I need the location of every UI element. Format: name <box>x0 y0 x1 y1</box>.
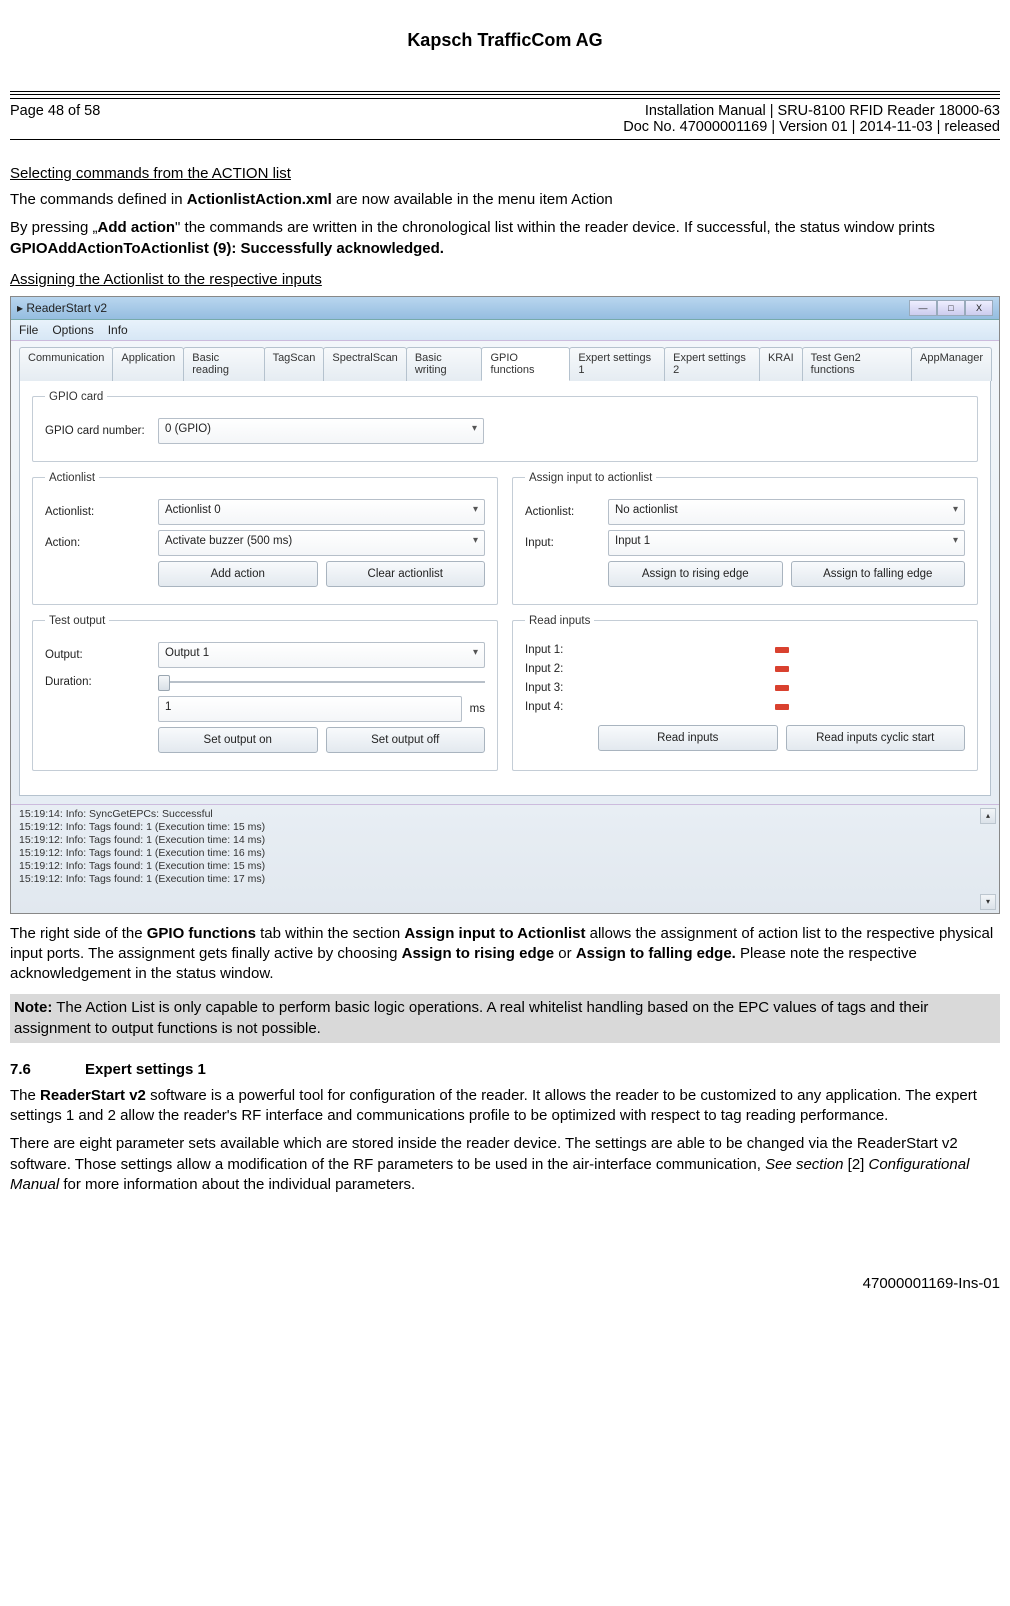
gpio-panel: GPIO card GPIO card number: 0 (GPIO) Act… <box>19 380 991 796</box>
tab-basic-writing[interactable]: Basic writing <box>406 347 483 381</box>
read-inputs-button[interactable]: Read inputs <box>598 725 778 751</box>
window-chrome-buttons: — □ X <box>909 300 993 316</box>
group-actionlist: Actionlist Actionlist: Actionlist 0 Acti… <box>32 472 498 605</box>
maximize-button[interactable]: □ <box>937 300 965 316</box>
scroll-down-icon[interactable]: ▾ <box>980 894 996 910</box>
page-number: Page 48 of 58 <box>10 103 100 135</box>
group-gpio-card: GPIO card GPIO card number: 0 (GPIO) <box>32 391 978 462</box>
dropdown-actionlist[interactable]: Actionlist 0 <box>158 499 485 525</box>
paragraph-1: The commands defined in ActionlistAction… <box>10 190 1000 210</box>
label-ms: ms <box>470 703 485 715</box>
set-output-off-button[interactable]: Set output off <box>326 727 486 753</box>
legend-actionlist: Actionlist <box>45 472 99 484</box>
label-action: Action: <box>45 537 150 549</box>
tab-communication[interactable]: Communication <box>19 347 113 381</box>
dropdown-output[interactable]: Output 1 <box>158 642 485 668</box>
assign-falling-edge-button[interactable]: Assign to falling edge <box>791 561 966 587</box>
scroll-up-icon[interactable]: ▴ <box>980 808 996 824</box>
status-input-1 <box>775 647 789 653</box>
paragraph-5: There are eight parameter sets available… <box>10 1134 1000 1195</box>
menu-info[interactable]: Info <box>108 323 128 337</box>
dropdown-assign-actionlist[interactable]: No actionlist <box>608 499 965 525</box>
tab-expert-settings-1[interactable]: Expert settings 1 <box>569 347 665 381</box>
group-assign-input: Assign input to actionlist Actionlist: N… <box>512 472 978 605</box>
company-header: Kapsch TrafficCom AG <box>10 30 1000 51</box>
note-box: Note: The Action List is only capable to… <box>10 994 1000 1043</box>
paragraph-2: By pressing „Add action" the commands ar… <box>10 218 1000 259</box>
add-action-button[interactable]: Add action <box>158 561 318 587</box>
tab-tagscan[interactable]: TagScan <box>264 347 325 381</box>
label-assign-input: Input: <box>525 537 600 549</box>
group-test-output: Test output Output: Output 1 Duration: <box>32 615 498 771</box>
status-input-3 <box>775 685 789 691</box>
window-titlebar: ▸ ReaderStart v2 — □ X <box>11 297 999 320</box>
log-line: 15:19:12: Info: Tags found: 1 (Execution… <box>19 821 991 834</box>
label-output: Output: <box>45 649 150 661</box>
group-read-inputs: Read inputs Input 1: Input 2: Input 3: <box>512 615 978 771</box>
paragraph-4: The ReaderStart v2 software is a powerfu… <box>10 1086 1000 1127</box>
label-gpio-card-number: GPIO card number: <box>45 425 150 437</box>
legend-assign-input: Assign input to actionlist <box>525 472 656 484</box>
log-line: 15:19:14: Info: SyncGetEPCs: Successful <box>19 808 991 821</box>
doc-title: Installation Manual | SRU-8100 RFID Read… <box>623 103 1000 119</box>
label-input-4: Input 4: <box>525 701 590 713</box>
tab-test-gen2[interactable]: Test Gen2 functions <box>802 347 912 381</box>
clear-actionlist-button[interactable]: Clear actionlist <box>326 561 486 587</box>
menu-file[interactable]: File <box>19 323 38 337</box>
tab-gpio-functions[interactable]: GPIO functions <box>481 347 570 381</box>
read-inputs-cyclic-button[interactable]: Read inputs cyclic start <box>786 725 966 751</box>
heading-selecting: Selecting commands from the ACTION list <box>10 165 1000 182</box>
log-line: 15:19:12: Info: Tags found: 1 (Execution… <box>19 860 991 873</box>
legend-read-inputs: Read inputs <box>525 615 594 627</box>
dropdown-action[interactable]: Activate buzzer (500 ms) <box>158 530 485 556</box>
tabstrip: Communication Application Basic reading … <box>19 347 991 381</box>
heading-assigning: Assigning the Actionlist to the respecti… <box>10 271 1000 288</box>
status-input-4 <box>775 704 789 710</box>
status-input-2 <box>775 666 789 672</box>
paragraph-3: The right side of the GPIO functions tab… <box>10 924 1000 985</box>
menubar: File Options Info <box>11 320 999 341</box>
minimize-button[interactable]: — <box>909 300 937 316</box>
page-header: Page 48 of 58 Installation Manual | SRU-… <box>10 98 1000 139</box>
log-line: 15:19:12: Info: Tags found: 1 (Execution… <box>19 834 991 847</box>
legend-gpio-card: GPIO card <box>45 391 107 403</box>
tab-expert-settings-2[interactable]: Expert settings 2 <box>664 347 760 381</box>
header-rule <box>10 91 1000 95</box>
tab-spectralscan[interactable]: SpectralScan <box>323 347 406 381</box>
set-output-on-button[interactable]: Set output on <box>158 727 318 753</box>
status-log: ▴ 15:19:14: Info: SyncGetEPCs: Successfu… <box>11 804 999 913</box>
slider-duration[interactable] <box>158 673 485 691</box>
label-actionlist: Actionlist: <box>45 506 150 518</box>
header-bottom-rule <box>10 139 1000 140</box>
label-assign-actionlist: Actionlist: <box>525 506 600 518</box>
label-duration: Duration: <box>45 676 150 688</box>
label-input-3: Input 3: <box>525 682 590 694</box>
tab-basic-reading[interactable]: Basic reading <box>183 347 264 381</box>
log-line: 15:19:12: Info: Tags found: 1 (Execution… <box>19 847 991 860</box>
doc-meta: Doc No. 47000001169 | Version 01 | 2014-… <box>623 119 1000 135</box>
legend-test-output: Test output <box>45 615 109 627</box>
label-input-2: Input 2: <box>525 663 590 675</box>
assign-rising-edge-button[interactable]: Assign to rising edge <box>608 561 783 587</box>
dropdown-gpio-card-number[interactable]: 0 (GPIO) <box>158 418 484 444</box>
footer-doc-id: 47000001169-Ins-01 <box>10 1275 1000 1292</box>
input-duration-value[interactable]: 1 <box>158 696 462 722</box>
window-title: ▸ ReaderStart v2 <box>17 301 107 315</box>
close-button[interactable]: X <box>965 300 993 316</box>
label-input-1: Input 1: <box>525 644 590 656</box>
tab-krai[interactable]: KRAI <box>759 347 803 381</box>
log-line: 15:19:12: Info: Tags found: 1 (Execution… <box>19 873 991 886</box>
menu-options[interactable]: Options <box>52 323 93 337</box>
readerstart-window: ▸ ReaderStart v2 — □ X File Options Info… <box>10 296 1000 914</box>
tab-appmanager[interactable]: AppManager <box>911 347 992 381</box>
section-heading-7-6: 7.6Expert settings 1 <box>10 1061 1000 1078</box>
tab-application[interactable]: Application <box>112 347 184 381</box>
dropdown-assign-input[interactable]: Input 1 <box>608 530 965 556</box>
